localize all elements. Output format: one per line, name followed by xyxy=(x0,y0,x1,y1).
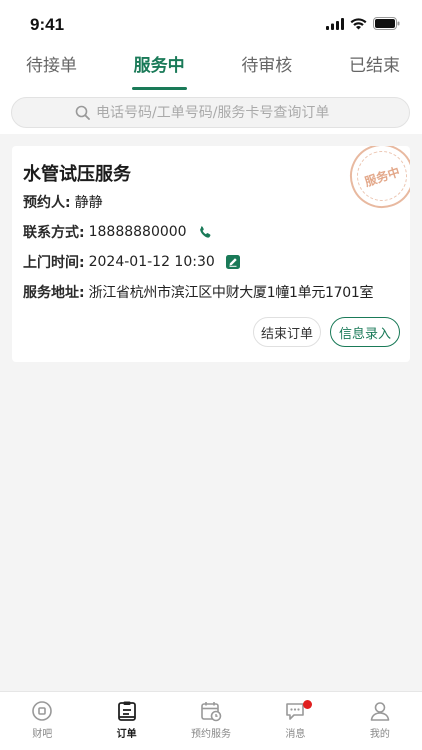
signal-icon xyxy=(326,17,344,30)
end-order-button[interactable]: 结束订单 xyxy=(253,317,321,347)
status-icons xyxy=(326,17,400,30)
nav-label-mine: 我的 xyxy=(369,729,390,740)
order-list-icon xyxy=(117,701,136,721)
visit-time-row: 上门时间: 2024-01-12 10:30 xyxy=(23,252,241,272)
nav-item-appointments[interactable]: 预约服务 xyxy=(169,692,253,750)
search-input[interactable] xyxy=(96,104,346,121)
address-label: 服务地址: xyxy=(23,285,85,301)
nav-label-caiba: 财吧 xyxy=(32,729,53,740)
person-icon xyxy=(370,702,390,721)
tab-under-review[interactable]: 待审核 xyxy=(241,48,292,90)
address-row: 服务地址: 浙江省杭州市滨江区中财大厦1幢1单元1701室 xyxy=(23,282,373,302)
edit-icon[interactable] xyxy=(225,254,241,270)
nav-item-caiba[interactable]: 财吧 xyxy=(0,692,84,750)
nav-item-messages[interactable]: 消息 xyxy=(253,692,337,750)
tab-in-service[interactable]: 服务中 xyxy=(131,48,187,90)
address-value: 浙江省杭州市滨江区中财大厦1幢1单元1701室 xyxy=(88,285,374,301)
status-stamp: 服务中 xyxy=(341,146,410,217)
tab-finished[interactable]: 已结束 xyxy=(349,48,400,90)
wifi-icon xyxy=(350,17,367,29)
phone-icon[interactable] xyxy=(197,224,213,240)
order-title: 水管试压服务 xyxy=(23,164,131,185)
nav-label-orders: 订单 xyxy=(116,729,137,740)
order-card[interactable]: 服务中 水管试压服务 预约人: 静静 联系方式: 18888880000 上门时… xyxy=(12,146,410,362)
battery-icon xyxy=(373,17,400,30)
visit-time-label: 上门时间: xyxy=(23,255,85,271)
status-stamp-text: 服务中 xyxy=(350,146,410,208)
bottom-nav: 财吧 订单 预约服务 消息 我的 xyxy=(0,691,422,750)
nav-item-orders[interactable]: 订单 xyxy=(84,692,168,750)
visit-time-value: 2024-01-12 10:30 xyxy=(88,254,215,270)
contact-label: 联系方式: xyxy=(23,225,85,241)
booker-value: 静静 xyxy=(74,195,103,211)
contact-value: 18888880000 xyxy=(88,224,187,240)
unread-badge xyxy=(303,700,313,709)
order-status-tabs: 待接单 服务中 待审核 已结束 xyxy=(0,48,422,90)
contact-row: 联系方式: 18888880000 xyxy=(23,222,213,242)
info-entry-button[interactable]: 信息录入 xyxy=(330,317,400,347)
search-area xyxy=(0,90,422,134)
search-bar[interactable] xyxy=(11,97,410,128)
booker-row: 预约人: 静静 xyxy=(23,192,103,212)
nav-label-messages: 消息 xyxy=(285,729,306,740)
status-bar: 9:41 xyxy=(0,0,422,48)
search-icon xyxy=(75,105,90,120)
nav-item-mine[interactable]: 我的 xyxy=(338,692,422,750)
calendar-clock-icon xyxy=(201,702,222,722)
nav-label-appointments: 预约服务 xyxy=(191,729,232,740)
booker-label: 预约人: xyxy=(23,195,71,211)
tab-pending[interactable]: 待接单 xyxy=(26,48,77,90)
circle-square-icon xyxy=(32,701,53,721)
status-time: 9:41 xyxy=(30,15,65,34)
